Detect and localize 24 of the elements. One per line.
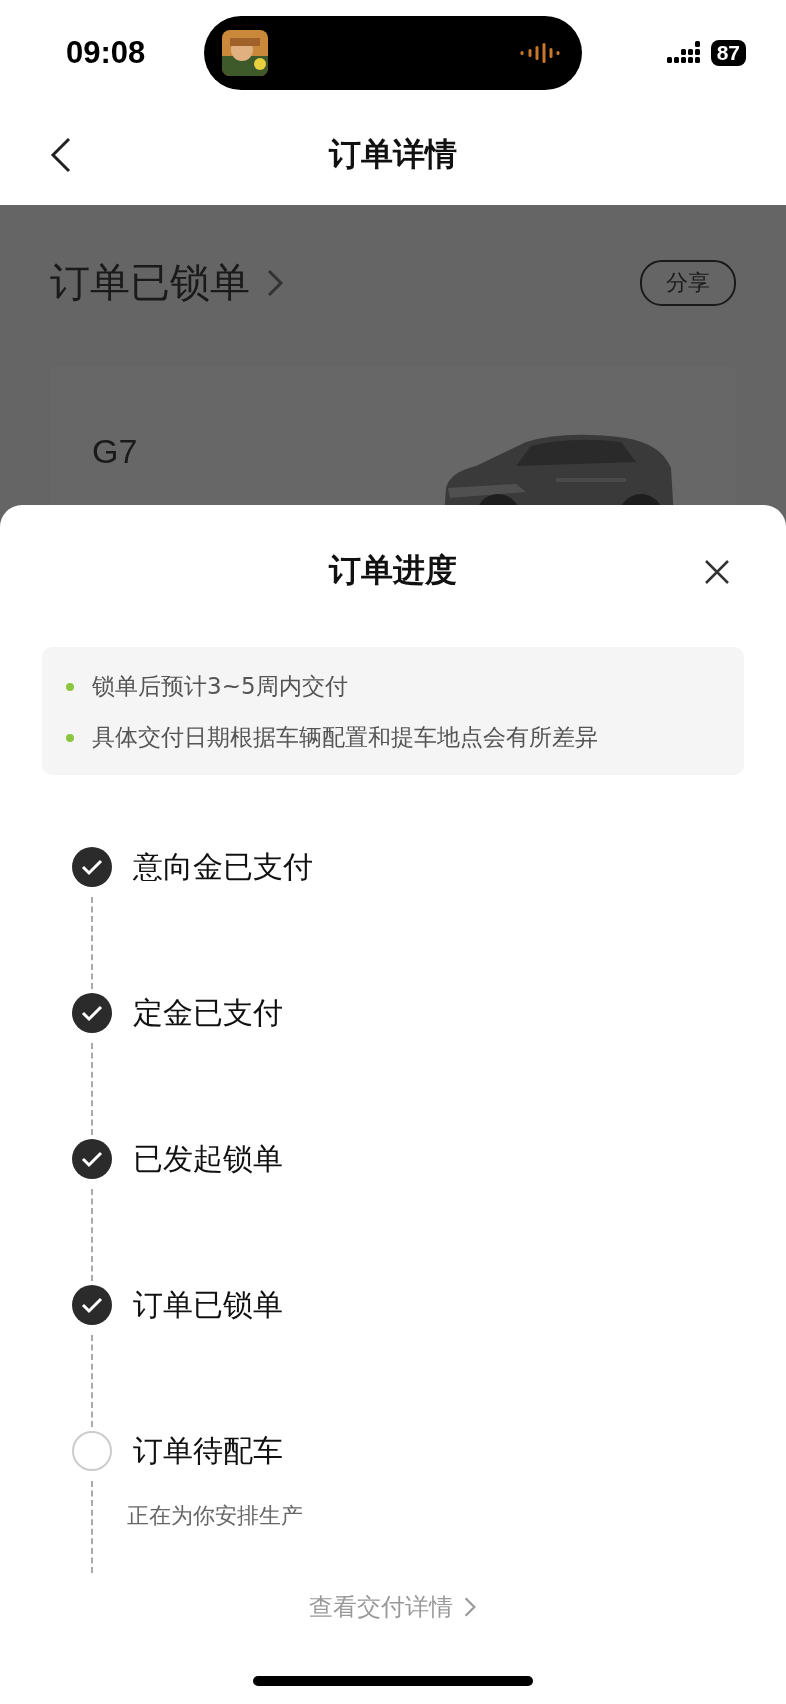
step-subtitle: 正在为你安排生产 [127,1502,303,1530]
bullet-dot [66,682,74,691]
signal-icon [666,40,703,65]
battery-level: 87 [710,39,746,66]
bullet-dot [66,733,74,742]
status-time: 09:08 [66,34,147,71]
step-title: 订单待配车 [133,1432,284,1470]
waveform-icon [520,41,562,64]
notice-text: 锁单后预计3~5周内交付 [92,672,348,701]
step-title: 已发起锁单 [133,1140,283,1178]
page-title: 订单详情 [329,134,457,175]
step-title: 订单已锁单 [133,1286,283,1324]
sheet-title: 订单进度 [329,550,457,591]
notice-text: 具体交付日期根据车辆配置和提车地点会有所差异 [92,723,598,752]
chevron-right-icon [463,1596,477,1618]
delivery-details-link[interactable]: 查看交付详情 [309,1591,477,1623]
close-icon[interactable] [704,559,730,585]
share-button[interactable]: 分享 [640,259,736,306]
step-title: 定金已支付 [133,994,283,1032]
step-title: 意向金已支付 [133,848,313,886]
order-status[interactable]: 订单已锁单 [50,255,250,310]
car-model: G7 [92,432,138,472]
chevron-right-icon [266,267,284,298]
back-icon[interactable] [50,137,72,173]
